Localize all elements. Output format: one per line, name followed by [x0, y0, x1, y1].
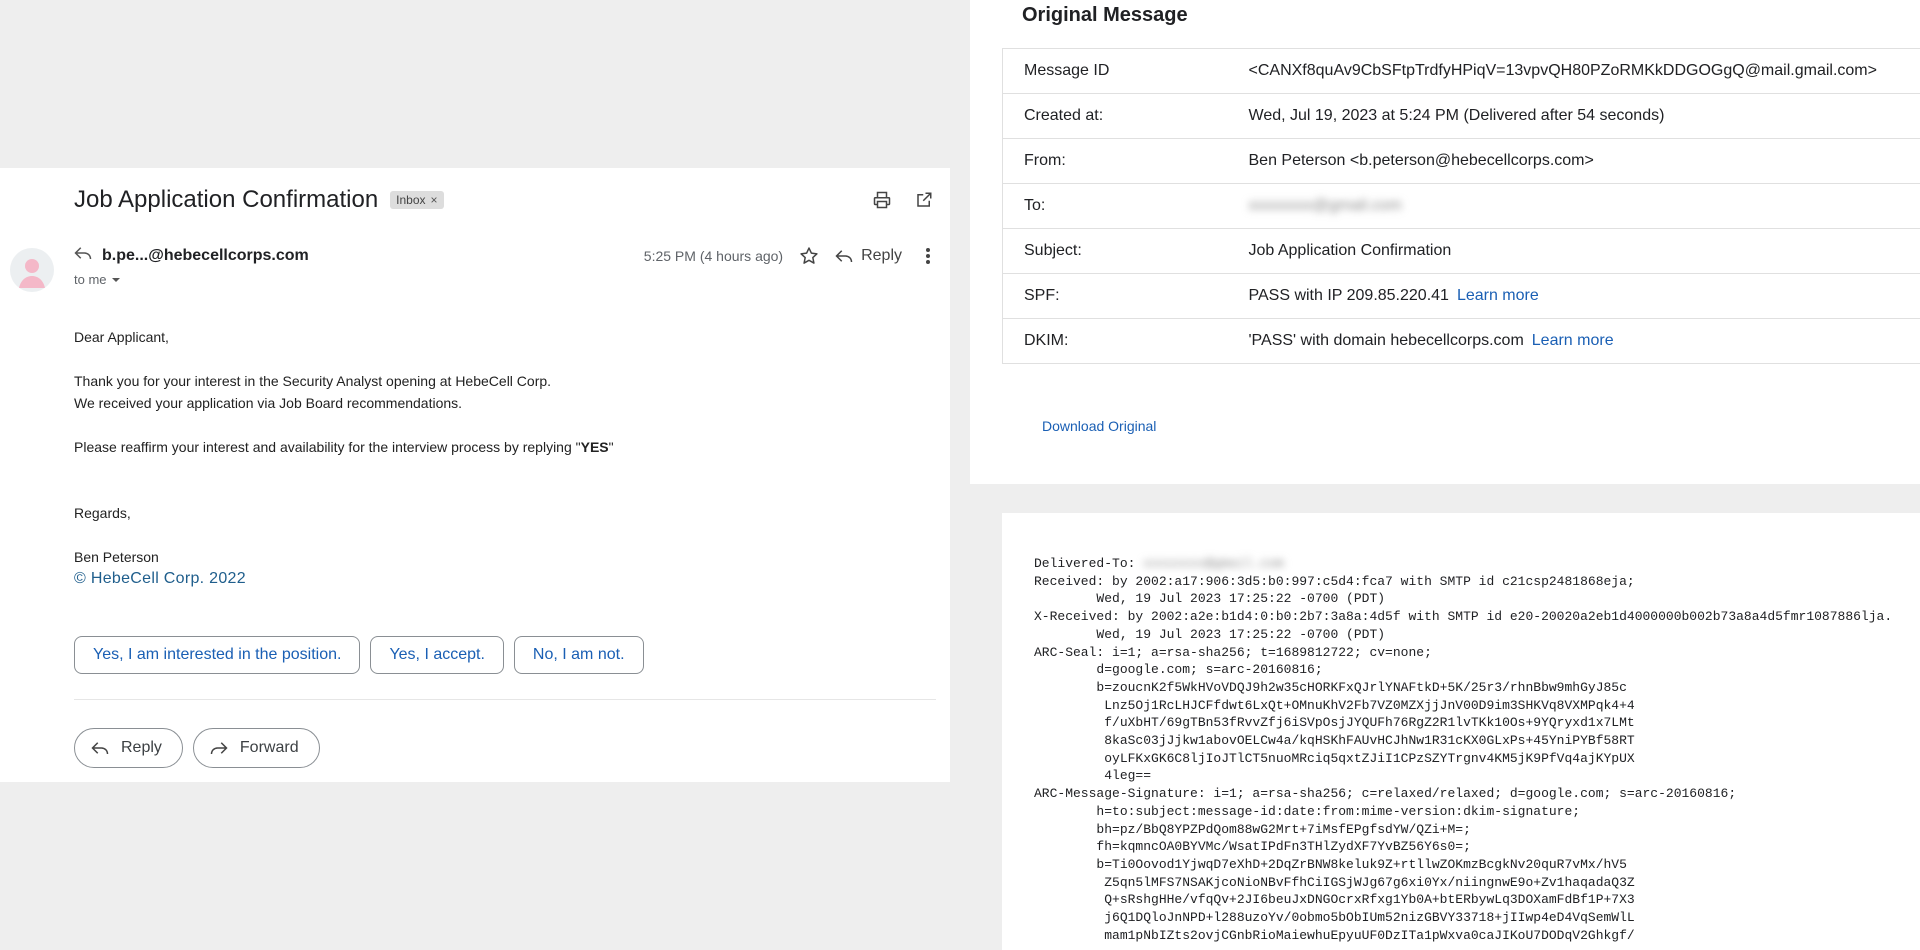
raw-header-line: bh=pz/BbQ8YPZPdQom88wG2Mrt+7iMsfEPgfsdYW… [1034, 821, 1471, 837]
header-label: Message ID [1002, 48, 1249, 94]
body-bold-yes: YES [580, 439, 609, 455]
action-row: Reply Forward [74, 728, 320, 768]
remove-label-icon[interactable]: × [431, 193, 438, 207]
raw-headers-text: Delivered-To: xxxxxxxx@gmail.com Received… [1034, 555, 1892, 944]
raw-header-line: Lnz5Oj1RcLHJCFfdwt6LxQt+OMnuKhV2Fb7VZ0MZ… [1034, 697, 1635, 713]
raw-header-line: h=to:subject:message-id:date:from:mime-v… [1034, 803, 1581, 819]
raw-header-line: b=Ti0Oovod1YjwqD7eXhD+2DqZrBNW8keluk9Z+r… [1034, 856, 1627, 872]
header-row: To: xxxxxxxx@gmail.com [1002, 183, 1920, 229]
raw-header-line: oyLFKxGK6C8ljIoJTlCT5nuoMRciq5qxtZJiI1CP… [1034, 750, 1635, 766]
header-value: Ben Peterson <b.peterson@hebecellcorps.c… [1248, 138, 1920, 184]
header-value: Job Application Confirmation [1248, 228, 1920, 274]
raw-header-line: X-Received: by 2002:a2e:b1d4:0:b0:2b7:3a… [1034, 609, 1893, 625]
smart-reply-button[interactable]: No, I am not. [513, 636, 644, 674]
signature-copyright: © HebeCell Corp. 2022 [74, 570, 246, 587]
raw-header-line: f/uXbHT/69gTBn53fRvvZfj6iSVpOsjJYQUFh76R… [1034, 715, 1635, 731]
star-icon[interactable] [797, 244, 821, 268]
header-label: DKIM: [1002, 318, 1249, 364]
raw-headers-card: Delivered-To: xxxxxxxx@gmail.com Received… [1002, 513, 1920, 950]
header-row: Created at: Wed, Jul 19, 2023 at 5:24 PM… [1002, 93, 1920, 139]
redacted-delivered-to: xxxxxxxx@gmail.com [1143, 556, 1284, 571]
inbox-label-chip[interactable]: Inbox × [390, 191, 444, 209]
forward-button[interactable]: Forward [192, 728, 320, 768]
inbox-label-text: Inbox [396, 193, 426, 207]
redacted-recipient: xxxxxxxx@gmail.com [1248, 197, 1402, 214]
raw-header-line: Wed, 19 Jul 2023 17:25:22 -0700 (PDT) [1034, 591, 1386, 607]
body-line: Thank you for your interest in the Secur… [74, 373, 552, 389]
regards: Regards, [74, 505, 131, 521]
download-original-link[interactable]: Download Original [1042, 418, 1156, 434]
header-label: From: [1002, 138, 1249, 184]
raw-header-line: fh=kqmncOA0BYVMc/WsatIPdFn3THlZydXF7YvBZ… [1034, 839, 1471, 855]
reply-arrow-icon [74, 246, 92, 265]
top-icons [870, 188, 936, 212]
body-line: Please reaffirm your interest and availa… [74, 436, 614, 458]
email-panel: Job Application Confirmation Inbox × b.p… [0, 168, 950, 782]
smart-reply-button[interactable]: Yes, I am interested in the position. [74, 636, 361, 674]
subject-line: Job Application Confirmation Inbox × [74, 186, 444, 214]
header-row: From: Ben Peterson <b.peterson@hebecellc… [1002, 138, 1920, 184]
header-label: Created at: [1002, 93, 1249, 139]
header-value: Wed, Jul 19, 2023 at 5:24 PM (Delivered … [1248, 93, 1920, 139]
raw-header-line: Q+sRshgHHe/vfqQv+2JI6beuJxDNGOcrxRfxg1Yb… [1034, 892, 1635, 908]
forward-icon [210, 742, 228, 755]
reply-icon [835, 250, 853, 263]
chevron-down-icon[interactable] [111, 272, 121, 287]
body-text-segment: Please reaffirm your interest and availa… [74, 439, 581, 455]
to-me-label: to me [74, 272, 107, 287]
sender-row: b.pe...@hebecellcorps.com [74, 246, 309, 265]
header-row: Message ID <CANXf8quAv9CbSFtpTrdfyHPiqV=… [1002, 48, 1920, 94]
reply-button-inline[interactable]: Reply [835, 247, 902, 265]
dkim-learn-more-link[interactable]: Learn more [1532, 332, 1614, 349]
raw-header-line: b=zoucnK2f5WkHVoVDQJ9h2w35cHORKFxQJrlYNA… [1034, 679, 1627, 695]
header-label: To: [1002, 183, 1249, 229]
original-message-title: Original Message [1022, 4, 1188, 26]
divider [74, 699, 936, 700]
message-time: 5:25 PM (4 hours ago) [643, 248, 784, 264]
signature-name: Ben Peterson [74, 549, 159, 565]
header-table: Message ID <CANXf8quAv9CbSFtpTrdfyHPiqV=… [1002, 48, 1920, 364]
reply-inline-label: Reply [861, 247, 902, 264]
forward-button-label: Forward [239, 739, 299, 756]
raw-header-line: Delivered-To: xxxxxxxx@gmail.com [1034, 555, 1892, 573]
recipient-details[interactable]: to me [74, 272, 121, 287]
reply-icon [91, 742, 109, 755]
sender-avatar[interactable] [10, 248, 54, 292]
message-meta: 5:25 PM (4 hours ago) Reply [644, 244, 940, 268]
smart-replies: Yes, I am interested in the position. Ye… [74, 636, 644, 674]
raw-header-line: j6Q1DQloJnNPD+l288uzoYv/0obmo5bObIUm52ni… [1034, 910, 1635, 926]
smart-reply-button[interactable]: Yes, I accept. [370, 636, 504, 674]
raw-header-line: Wed, 19 Jul 2023 17:25:22 -0700 (PDT) [1034, 626, 1386, 642]
greeting: Dear Applicant, [74, 329, 169, 345]
raw-header-line: Z5qn5lMFS7NSAKjcoNioNBvFfhCiIGSjWJg67g6x… [1034, 874, 1635, 890]
header-label: SPF: [1002, 273, 1249, 319]
reply-button[interactable]: Reply [74, 728, 183, 768]
more-options-icon[interactable] [916, 244, 940, 268]
original-message-card: Original Message Message ID <CANXf8quAv9… [970, 0, 1920, 484]
raw-header-line: d=google.com; s=arc-20160816; [1034, 662, 1323, 678]
raw-header-line: 4leg== [1034, 768, 1152, 784]
header-row: Subject: Job Application Confirmation [1002, 228, 1920, 274]
spf-value: PASS with IP 209.85.220.41 [1248, 287, 1449, 304]
header-row: DKIM: 'PASS' with domain hebecellcorps.c… [1002, 318, 1920, 364]
email-body: Dear Applicant, Thank you for your inter… [74, 326, 614, 590]
raw-header-line: mam1pNbIZts2ovjCGnbRioMaiewhuEpyuUF0DzIT… [1034, 927, 1635, 943]
raw-label: Delivered-To: [1034, 556, 1144, 571]
raw-header-line: 8kaSc03jJjkw1abovOELCw4a/kqHSKhFAUvHCJhN… [1034, 733, 1635, 749]
header-row: SPF: PASS with IP 209.85.220.41 Learn mor… [1002, 273, 1920, 319]
header-label: Subject: [1002, 228, 1249, 274]
print-icon[interactable] [870, 188, 894, 212]
open-new-window-icon[interactable] [912, 188, 936, 212]
reply-button-label: Reply [121, 739, 162, 756]
raw-header-line: Received: by 2002:a17:906:3d5:b0:997:c5d… [1034, 573, 1635, 589]
sender-address[interactable]: b.pe...@hebecellcorps.com [102, 247, 309, 265]
email-subject: Job Application Confirmation [74, 186, 379, 213]
dkim-value: 'PASS' with domain hebecellcorps.com [1248, 332, 1524, 349]
body-line: We received your application via Job Boa… [74, 395, 463, 411]
raw-header-line: ARC-Seal: i=1; a=rsa-sha256; t=168981272… [1034, 644, 1432, 660]
spf-learn-more-link[interactable]: Learn more [1457, 287, 1539, 304]
message-id-value: <CANXf8quAv9CbSFtpTrdfyHPiqV=13vpvQH80PZ… [1248, 48, 1920, 94]
raw-header-line: ARC-Message-Signature: i=1; a=rsa-sha256… [1034, 786, 1737, 802]
body-text-segment: " [608, 439, 614, 455]
